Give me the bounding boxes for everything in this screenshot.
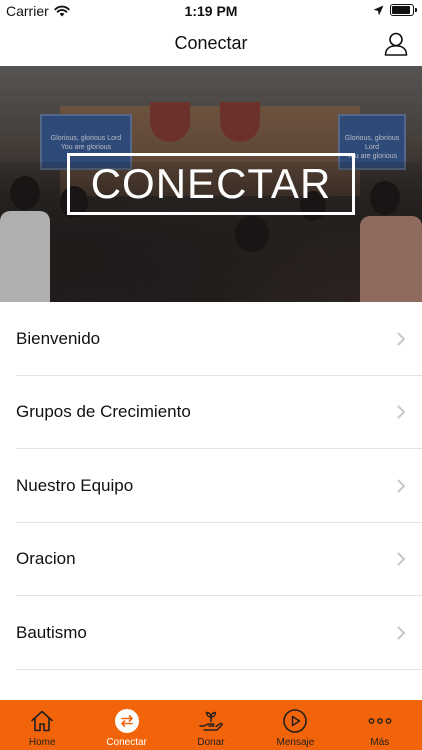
status-bar: Carrier 1:19 PM: [0, 0, 422, 22]
menu-item-label: Bautismo: [16, 622, 87, 642]
chevron-right-icon: [397, 479, 405, 493]
more-dots-icon: [367, 708, 393, 734]
menu-item-label: Nuestro Equipo: [16, 475, 134, 495]
location-arrow-icon: [373, 5, 384, 15]
chevron-right-icon: [397, 552, 405, 566]
tab-conectar[interactable]: Conectar: [84, 700, 168, 750]
menu-item-oracion[interactable]: Oracion: [0, 523, 422, 597]
navigation-bar: Conectar: [0, 22, 422, 66]
menu-item-nuestro-equipo[interactable]: Nuestro Equipo: [0, 449, 422, 523]
tab-donar[interactable]: Donar: [169, 700, 253, 750]
tab-mensaje[interactable]: Mensaje: [253, 700, 337, 750]
chevron-right-icon: [397, 626, 405, 640]
menu-item-label: Bienvenido: [16, 328, 101, 348]
hand-plant-icon: [198, 708, 224, 734]
hero-title: CONECTAR: [90, 160, 332, 207]
menu-item-label: Grupos de Crecimiento: [16, 402, 191, 422]
battery-icon: [390, 4, 417, 16]
tab-bar: Home Conectar Donar Mensaje Más: [0, 700, 422, 750]
home-icon: [29, 708, 55, 734]
page-title: Conectar: [174, 33, 248, 53]
tab-label: Donar: [197, 737, 225, 748]
menu-item-bautismo[interactable]: Bautismo: [0, 596, 422, 670]
person-icon: [384, 32, 408, 56]
tab-label: Conectar: [106, 737, 147, 748]
tab-label: Más: [370, 737, 390, 748]
status-time: 1:19 PM: [184, 3, 238, 19]
battery-fill: [392, 6, 410, 14]
tab-home[interactable]: Home: [0, 700, 84, 750]
tab-label: Mensaje: [276, 737, 315, 748]
chevron-right-icon: [397, 405, 405, 419]
menu-item-label: Oracion: [16, 549, 76, 569]
profile-button[interactable]: [382, 30, 410, 58]
tab-label: Home: [28, 737, 56, 748]
play-circle-icon: [282, 708, 308, 734]
menu-item-bienvenido[interactable]: Bienvenido: [0, 302, 422, 376]
hero-banner: Glorious, glorious Lord You are glorious…: [0, 66, 422, 302]
status-right: [373, 4, 417, 16]
swap-arrows-icon: [114, 708, 140, 734]
menu-item-grupos-de-crecimiento[interactable]: Grupos de Crecimiento: [0, 376, 422, 450]
chevron-right-icon: [397, 332, 405, 346]
hero-title-frame: CONECTAR: [67, 153, 355, 215]
tab-mas[interactable]: Más: [338, 700, 422, 750]
menu-list: Bienvenido Grupos de Crecimiento Nuestro…: [0, 302, 422, 670]
